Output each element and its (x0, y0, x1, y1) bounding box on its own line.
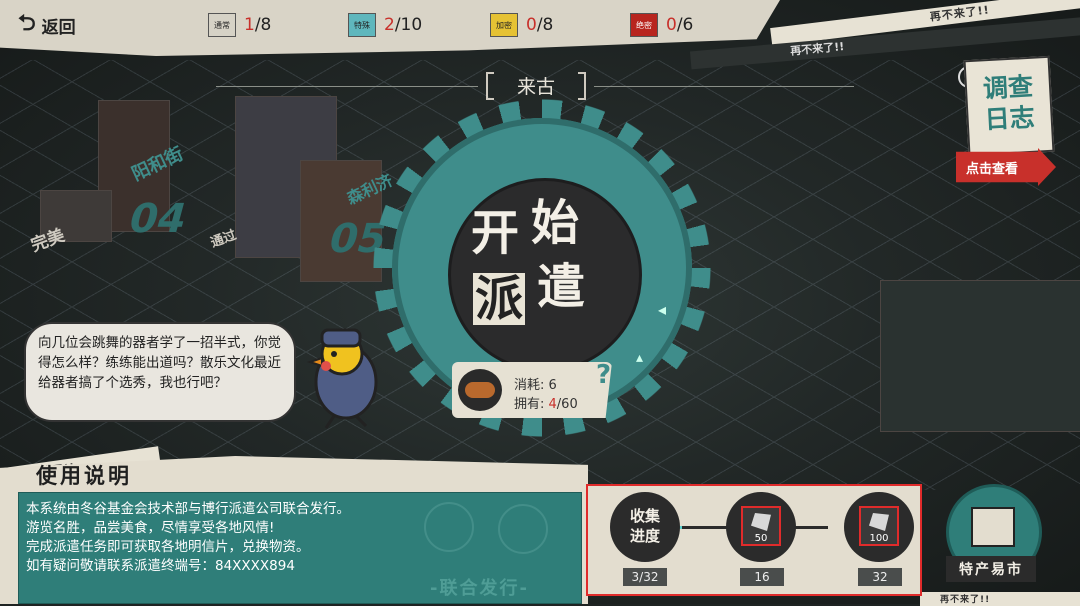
collection-label-l1: 收集 (629, 507, 660, 525)
joint-issue-label: -联合发行- (430, 578, 529, 599)
speech-bubble: 向几位会跳舞的器者学了一招半式，你觉得怎么样？练练能出道吗？散乐文化最近给器者搞… (24, 322, 296, 422)
log-title-l1: 调查 (982, 71, 1034, 104)
reward-slot-2: 100 (844, 492, 914, 562)
help-icon[interactable]: ? (596, 360, 611, 390)
start-char: 开 (471, 205, 520, 261)
resource-total: /8 (536, 15, 554, 35)
back-button[interactable]: ⮌ 返回 (18, 10, 128, 40)
resource-total: /8 (254, 15, 272, 35)
reward-slot-1: 50 (726, 492, 796, 562)
reward-amount: 50 (754, 533, 768, 544)
right-building (880, 280, 1080, 432)
sparkle-icon: ◂ (658, 300, 667, 319)
collection-progress-panel: 收集 进度 3/32 50 16 100 32 (586, 484, 922, 596)
mascot-character[interactable] (296, 312, 392, 432)
resource-normal: 通常 1/8 (208, 13, 271, 37)
log-title-l2: 日志 (983, 102, 1036, 135)
sparkle-icon: ▴ (636, 350, 644, 366)
click-to-view-button[interactable]: 点击查看 (956, 148, 1056, 186)
reward-milestone: 32 (858, 568, 902, 586)
view-label: 点击查看 (966, 162, 1019, 177)
normal-ticket-icon: 通常 (208, 13, 236, 37)
tape-text: 再不来了!! (789, 40, 845, 58)
manual-line: 本系统由冬谷基金会技术部与博行派遣公司联合发行。 (26, 501, 350, 517)
consume-row: 消耗: 6 (514, 374, 557, 393)
reward-milestone: 16 (740, 568, 784, 586)
manual-text: 本系统由冬谷基金会技术部与博行派遣公司联合发行。 游览名胜，品尝美食，尽情享受各… (26, 500, 426, 576)
gem-reward-icon[interactable]: 100 (859, 506, 899, 546)
consume-value: 6 (548, 378, 557, 393)
gem-reward-icon[interactable]: 50 (741, 506, 781, 546)
collection-label: 收集 进度 (610, 492, 680, 562)
reward-amount: 100 (869, 533, 889, 544)
divider-line (594, 86, 854, 87)
speech-text: 向几位会跳舞的器者学了一招半式，你觉得怎么样？练练能出道吗？散乐文化最近给器者搞… (38, 335, 281, 391)
resource-topsecret: 绝密 0/6 (630, 13, 693, 37)
special-ticket-icon: 特殊 (348, 13, 376, 37)
own-label: 拥有: (514, 397, 549, 412)
foundation-stamp-icon (424, 502, 474, 552)
collection-progress: 3/32 (623, 568, 667, 586)
company-stamp-icon (498, 504, 548, 554)
resource-encrypted: 加密 0/8 (490, 13, 553, 37)
consume-label: 消耗: (514, 378, 549, 393)
resource-count: 0 (666, 15, 677, 35)
back-arrow-icon: ⮌ (18, 11, 36, 36)
divider-line (216, 86, 478, 87)
manual-line: 游览名胜，品尝美食，尽情享受各地风情! (26, 520, 275, 536)
start-dispatch-button[interactable]: 开 始 派 遣 (448, 178, 642, 372)
specialty-market-label[interactable]: 特产易市 (946, 556, 1036, 582)
start-char: 遣 (537, 259, 586, 315)
shop-icon (971, 507, 1015, 547)
own-value: 4 (548, 397, 557, 412)
back-label: 返回 (41, 17, 76, 38)
resource-count: 0 (526, 15, 537, 35)
own-total: /60 (556, 397, 578, 412)
region-title: 来古 (486, 68, 586, 102)
start-char: 始 (531, 195, 580, 251)
start-char: 派 (473, 271, 526, 327)
encrypted-ticket-icon: 加密 (490, 13, 518, 37)
resource-count: 1 (244, 15, 255, 35)
cost-panel: 消耗: 6 拥有: 4/60 (452, 362, 612, 418)
collection-label-l2: 进度 (629, 527, 660, 545)
topsecret-ticket-icon: 绝密 (630, 13, 658, 37)
resource-count: 2 (384, 15, 395, 35)
manual-title: 使用说明 (36, 463, 132, 488)
resource-special: 特殊 2/10 (348, 13, 422, 37)
investigation-log-button[interactable]: 调查 日志 (963, 55, 1055, 157)
resource-total: /6 (676, 15, 694, 35)
resource-total: /10 (394, 15, 423, 35)
manual-line: 如有疑问敬请联系派遣终端号：84XXXX894 (26, 558, 295, 574)
bread-item-icon (458, 369, 502, 411)
own-row: 拥有: 4/60 (514, 393, 578, 412)
manual-line: 完成派遣任务即可获取各地明信片，兑换物资。 (26, 539, 310, 555)
